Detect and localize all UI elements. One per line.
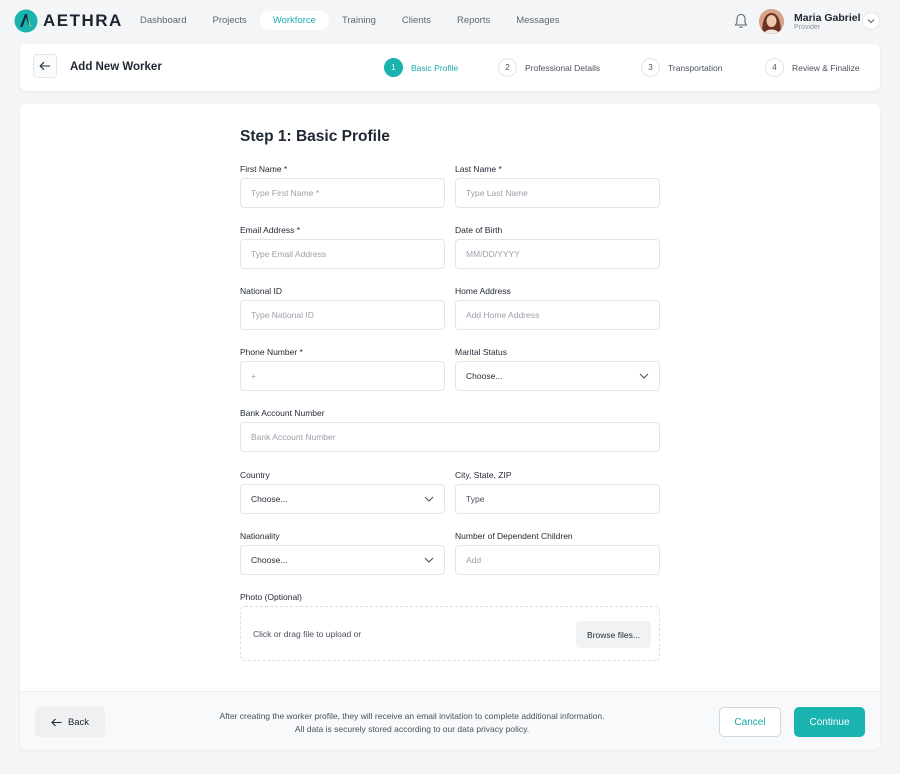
back-button-label: Back bbox=[67, 716, 90, 728]
page-header: Add New Worker 1 Basic Profile 2 Profess… bbox=[20, 44, 880, 91]
step-number: 4 bbox=[765, 58, 784, 77]
bell-icon[interactable] bbox=[734, 13, 748, 29]
photo-label: Photo (Optional) bbox=[240, 592, 302, 602]
step-number: 2 bbox=[498, 58, 517, 77]
email-label: Email Address * bbox=[240, 225, 300, 235]
bank-account-label: Bank Account Number bbox=[240, 408, 325, 418]
avatar[interactable] bbox=[759, 9, 784, 34]
nav-dashboard[interactable]: Dashboard bbox=[127, 11, 199, 30]
form-footer: Back After creating the worker profile, … bbox=[20, 691, 880, 750]
continue-button[interactable]: Continue bbox=[794, 707, 865, 737]
step-review-finalize[interactable]: 4 Review & Finalize bbox=[765, 58, 860, 77]
chevron-down-icon bbox=[424, 557, 434, 563]
home-address-label: Home Address bbox=[455, 286, 511, 296]
nav-links: Dashboard Projects Workforce Training Cl… bbox=[127, 11, 573, 30]
marital-status-select[interactable]: Choose... bbox=[455, 361, 660, 391]
top-navigation: AETHRA Dashboard Projects Workforce Trai… bbox=[0, 0, 900, 44]
form-title: Step 1: Basic Profile bbox=[240, 128, 390, 145]
nationality-select[interactable]: Choose... bbox=[240, 545, 445, 575]
home-address-input[interactable]: Add Home Address bbox=[455, 300, 660, 330]
marital-status-label: Marital Status bbox=[455, 347, 507, 357]
user-role: Provider bbox=[794, 24, 821, 31]
form-card: Step 1: Basic Profile First Name * Type … bbox=[20, 104, 880, 750]
first-name-input[interactable]: Type First Name * bbox=[240, 178, 445, 208]
step-label: Review & Finalize bbox=[792, 62, 860, 73]
step-transportation[interactable]: 3 Transportation bbox=[641, 58, 723, 77]
arrow-left-icon bbox=[51, 718, 62, 726]
nav-training[interactable]: Training bbox=[329, 11, 389, 30]
nationality-value: Choose... bbox=[251, 555, 288, 565]
footer-note-line2: All data is securely stored according to… bbox=[294, 724, 530, 734]
country-select[interactable]: Choose... bbox=[240, 484, 445, 514]
phone-input[interactable]: + bbox=[240, 361, 445, 391]
back-arrow-button[interactable] bbox=[33, 54, 57, 78]
chevron-down-icon bbox=[639, 373, 649, 379]
chevron-down-icon bbox=[867, 19, 875, 24]
dob-label: Date of Birth bbox=[455, 225, 503, 235]
page-title: Add New Worker bbox=[70, 61, 162, 73]
dob-input[interactable]: MM/DD/YYYY bbox=[455, 239, 660, 269]
cancel-button[interactable]: Cancel bbox=[719, 707, 781, 737]
step-label: Basic Profile bbox=[411, 62, 459, 73]
step-professional-details[interactable]: 2 Professional Details bbox=[498, 58, 600, 77]
email-input[interactable]: Type Email Address bbox=[240, 239, 445, 269]
last-name-input[interactable]: Type Last Name bbox=[455, 178, 660, 208]
footer-note: After creating the worker profile, they … bbox=[200, 710, 624, 736]
country-value: Choose... bbox=[251, 494, 288, 504]
avatar-image bbox=[759, 9, 784, 34]
step-label: Professional Details bbox=[525, 62, 601, 73]
step-basic-profile[interactable]: 1 Basic Profile bbox=[384, 58, 458, 77]
user-menu-button[interactable] bbox=[862, 12, 880, 30]
nav-workforce[interactable]: Workforce bbox=[259, 11, 329, 30]
bank-account-input[interactable]: Bank Account Number bbox=[240, 422, 660, 452]
first-name-label: First Name * bbox=[240, 164, 288, 174]
city-input[interactable]: Type bbox=[455, 484, 660, 514]
step-number: 3 bbox=[641, 58, 660, 77]
phone-label: Phone Number * bbox=[240, 347, 303, 357]
country-label: Country bbox=[240, 470, 270, 480]
app-logo[interactable]: AETHRA bbox=[14, 9, 123, 33]
nav-reports[interactable]: Reports bbox=[444, 11, 503, 30]
city-label: City, State, ZIP bbox=[455, 470, 512, 480]
nav-messages[interactable]: Messages bbox=[503, 11, 572, 30]
logo-icon bbox=[14, 9, 38, 33]
national-id-label: National ID bbox=[240, 286, 283, 296]
nationality-label: Nationality bbox=[240, 531, 280, 541]
marital-status-value: Choose... bbox=[466, 371, 503, 381]
dependent-children-label: Number of Dependent Children bbox=[455, 531, 573, 541]
nav-clients[interactable]: Clients bbox=[389, 11, 444, 30]
dependent-children-input[interactable]: Add bbox=[455, 545, 660, 575]
back-button[interactable]: Back bbox=[35, 707, 105, 737]
upload-hint: Click or drag file to upload or bbox=[253, 629, 362, 639]
step-number: 1 bbox=[384, 58, 403, 77]
footer-note-line1: After creating the worker profile, they … bbox=[219, 711, 605, 721]
arrow-left-icon bbox=[39, 61, 50, 71]
browse-files-button[interactable]: Browse files... bbox=[576, 621, 651, 648]
user-name: Maria Gabriel bbox=[794, 12, 861, 24]
nav-projects[interactable]: Projects bbox=[199, 11, 259, 30]
app-name: AETHRA bbox=[43, 11, 123, 30]
national-id-input[interactable]: Type National ID bbox=[240, 300, 445, 330]
photo-upload-dropzone[interactable]: Click or drag file to upload or Browse f… bbox=[240, 606, 660, 661]
step-label: Transportation bbox=[668, 62, 723, 73]
chevron-down-icon bbox=[424, 496, 434, 502]
last-name-label: Last Name * bbox=[455, 164, 502, 174]
